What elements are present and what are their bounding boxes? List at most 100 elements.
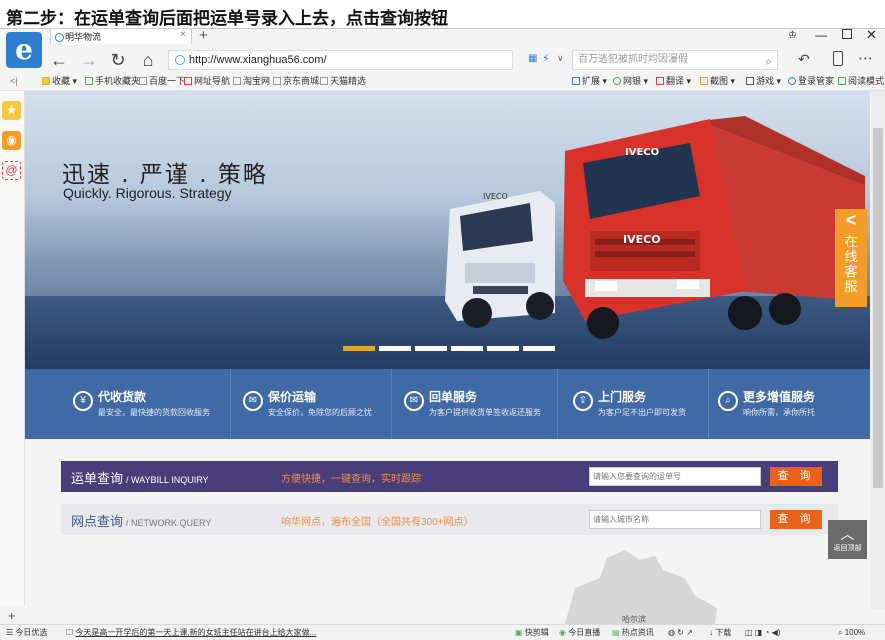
tab-favicon-icon: [55, 33, 64, 42]
bookmark-mobile[interactable]: 手机收藏夹: [85, 73, 140, 90]
status-hot-news[interactable]: ▤ 热点资讯: [612, 625, 654, 640]
weibo-icon[interactable]: ◉: [2, 131, 21, 150]
banner-slogan-en: Quickly. Rigorous. Strategy: [63, 185, 232, 201]
mobile-icon[interactable]: [833, 51, 843, 66]
network-query-button[interactable]: 查 询: [770, 510, 822, 529]
white-truck: IVECO: [445, 191, 555, 328]
bookmark-tmall[interactable]: 天猫精选: [320, 73, 366, 90]
bookmark-navigation[interactable]: 网址导航: [184, 73, 230, 90]
red-truck-brand-top: IVECO: [625, 147, 659, 158]
add-sidebar-icon[interactable]: +: [8, 608, 16, 623]
waybill-query-button[interactable]: 查 询: [770, 467, 822, 486]
slide-dot-5[interactable]: [487, 346, 519, 351]
email-icon[interactable]: @: [2, 161, 21, 180]
sidebar-toggle-icon[interactable]: <|: [10, 73, 18, 90]
slide-dot-1[interactable]: [343, 346, 375, 351]
service-item-more[interactable]: ⌕ 更多增值服务 响你所需，承你所托: [709, 369, 870, 439]
waybill-query-bar: 运单查询/ WAYBILL INQUIRY 方便快捷，一键查询，实时跟踪 查 询: [61, 461, 838, 492]
slide-dot-6[interactable]: [523, 346, 555, 351]
city-name-input[interactable]: [589, 510, 761, 529]
service-desc: 为客户提供收货单签收返还服务: [429, 408, 541, 417]
home-icon[interactable]: ⌂: [137, 50, 159, 71]
favorites-star-icon[interactable]: ★: [2, 101, 21, 120]
service-item-insured[interactable]: ✉ 保价运输 安全保价，免除您的后顾之忧: [231, 369, 391, 439]
status-today-picks[interactable]: ☰ 今日优选: [6, 625, 47, 640]
slide-dot-2[interactable]: [379, 346, 411, 351]
tab-title: 明华物流: [65, 32, 102, 42]
receipt-icon: ✉: [404, 391, 424, 411]
status-icons[interactable]: ◍ ↻ ↗: [668, 625, 693, 640]
online-service-label: 在线客服: [844, 234, 858, 294]
waybill-title: 运单查询 / WAYBILL INQUIRY: [71, 471, 209, 486]
bookmark-favorites[interactable]: 收藏 ▾: [42, 73, 77, 90]
online-service-tab[interactable]: < 在线客服: [835, 209, 867, 307]
bookmark-jd[interactable]: 京东商城: [273, 73, 319, 90]
china-map: [565, 550, 717, 624]
toolbar-login-manager[interactable]: 登录管家: [788, 73, 834, 90]
bookmark-baidu[interactable]: 百度一下: [139, 73, 185, 90]
services-bar: ¥ 代收货款 最安全，最快捷的货款回收服务 ✉ 保价运输 安全保价，免除您的后顾…: [25, 369, 870, 439]
qr-icon[interactable]: ▦: [528, 53, 537, 64]
more-menu-icon[interactable]: ⋯: [858, 49, 873, 67]
address-bar[interactable]: http://www.xianghua56.com/: [168, 50, 513, 70]
service-desc: 响你所需，承你所托: [743, 408, 815, 417]
forward-icon[interactable]: →: [78, 50, 100, 71]
toolbar-reading-mode[interactable]: 阅读模式: [838, 73, 884, 90]
banner-slogan-cn: 迅速 . 严谨 . 策略: [62, 162, 268, 188]
site-security-icon: [175, 55, 185, 65]
status-quick-clip[interactable]: ▣ 快剪辑: [515, 625, 549, 640]
browser-tab[interactable]: 明华物流: [50, 28, 192, 44]
service-title: 上门服务: [598, 390, 647, 404]
search-icon[interactable]: ⌕: [765, 52, 772, 70]
maximize-icon[interactable]: [842, 29, 852, 39]
toolbar-screenshot[interactable]: 截图 ▾: [700, 73, 735, 90]
skin-icon[interactable]: ♔: [788, 30, 797, 41]
new-tab-icon[interactable]: +: [199, 27, 208, 44]
status-download[interactable]: ↓ 下载: [709, 625, 731, 640]
back-to-top-button[interactable]: ︿ 返回顶部: [828, 520, 867, 559]
chevron-down-icon[interactable]: ∨: [557, 53, 564, 64]
search-input[interactable]: 百万逃犯被抓时均因瀑假 ⌕: [572, 50, 778, 70]
back-icon[interactable]: ←: [48, 50, 70, 71]
undo-icon[interactable]: ↶: [798, 51, 810, 68]
service-desc: 最安全，最快捷的货款回收服务: [98, 408, 210, 417]
search-placeholder: 百万逃犯被抓时均因瀑假: [578, 54, 688, 65]
refresh-icon[interactable]: ↻: [107, 50, 129, 71]
bookmark-taobao[interactable]: 淘宝网: [233, 73, 270, 90]
envelope-icon: ✉: [243, 391, 263, 411]
close-tab-icon[interactable]: ×: [180, 29, 186, 40]
toolbar-bank[interactable]: 网银 ▾: [613, 73, 648, 90]
address-url: http://www.xianghua56.com/: [189, 54, 327, 66]
service-title: 更多增值服务: [743, 390, 816, 404]
service-item-receipt[interactable]: ✉ 回单服务 为客户提供收货单签收返还服务: [392, 369, 557, 439]
waybill-number-input[interactable]: [589, 467, 761, 486]
network-query-bar: 网点查询 / NETWORK QUERY 响华网点，遍布全国（全国共有300+网点…: [61, 504, 838, 535]
search-icon: ⌕: [718, 391, 738, 411]
toolbar-extensions[interactable]: 扩展 ▾: [572, 73, 607, 90]
zoom-level[interactable]: ⌕ 100%: [838, 625, 865, 640]
speed-mode-icon[interactable]: ⚡: [542, 52, 550, 65]
door-icon: ⇪: [573, 391, 593, 411]
slide-dot-4[interactable]: [451, 346, 483, 351]
left-sidebar: ★ ◉ @: [0, 91, 25, 606]
yen-icon: ¥: [73, 391, 93, 411]
close-window-icon[interactable]: ✕: [866, 27, 877, 43]
waybill-slogan: 方便快捷，一键查询，实时跟踪: [281, 474, 421, 485]
chevron-up-icon: ︿: [840, 526, 855, 542]
truck-illustration: IVECO IVECO IVECO: [445, 116, 865, 339]
service-item-cod[interactable]: ¥ 代收货款 最安全，最快捷的货款回收服务: [25, 369, 230, 439]
news-ticker[interactable]: ☐ 今天是高一开学后的第一天上课,新的女班主任站在讲台上给大家做...: [66, 625, 316, 640]
status-live[interactable]: ◉ 今日直播: [559, 625, 600, 640]
white-truck-brand: IVECO: [483, 192, 508, 201]
minimize-icon[interactable]: —: [815, 28, 827, 42]
toolbar-games[interactable]: 游戏 ▾: [746, 73, 781, 90]
bookmarks-bar: <| 收藏 ▾ 手机收藏夹 百度一下 网址导航 淘宝网 京东商城 天猫精选 扩展…: [0, 73, 885, 91]
back-to-top-label: 返回顶部: [833, 545, 862, 552]
service-item-door[interactable]: ⇪ 上门服务 为客户足不出户即可发货: [558, 369, 708, 439]
service-title: 回单服务: [429, 390, 478, 404]
browser-logo-icon[interactable]: e: [6, 32, 42, 68]
scrollbar-thumb[interactable]: [873, 128, 883, 488]
status-tools[interactable]: ◫ ◨ ◔ ◀): [745, 625, 780, 640]
toolbar-translate[interactable]: 翻译 ▾: [656, 73, 691, 90]
slide-dot-3[interactable]: [415, 346, 447, 351]
